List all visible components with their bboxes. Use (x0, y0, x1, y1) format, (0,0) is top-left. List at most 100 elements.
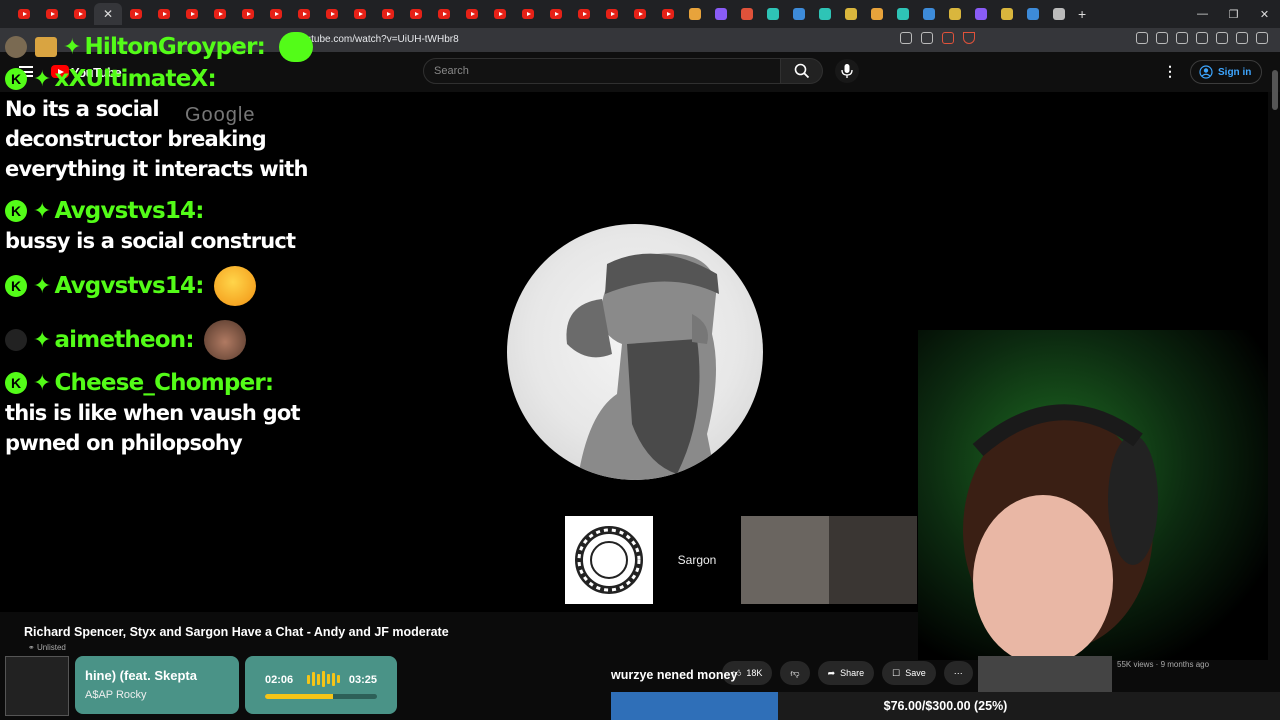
search-input[interactable] (434, 65, 734, 77)
chat-message: K ✦ Avgvstvs14: (0, 264, 330, 308)
pinned-tab-icon[interactable] (845, 8, 857, 20)
ellipsis-icon: ⋯ (953, 667, 963, 678)
browser-tab[interactable] (374, 3, 402, 25)
youtube-favicon-icon (522, 9, 534, 19)
vpn-icon[interactable] (1236, 32, 1248, 44)
pinned-tab-icon[interactable] (715, 8, 727, 20)
pinned-tab-icon[interactable] (793, 8, 805, 20)
pinned-tab-icon[interactable] (689, 8, 701, 20)
kick-badge-icon: K (5, 68, 27, 90)
browser-tab-active[interactable]: ✕ (94, 3, 122, 25)
browser-tab[interactable] (178, 3, 206, 25)
kick-badge-icon: K (5, 200, 27, 222)
extension-icon[interactable] (1136, 32, 1148, 44)
browser-tab[interactable] (542, 3, 570, 25)
song-artist: A$AP Rocky (85, 689, 147, 701)
chat-overlay: ✦ HiltonGroyper: K ✦ xXUltimateX: No its… (0, 30, 330, 458)
pinned-tab-icon[interactable] (1053, 8, 1065, 20)
page-scrollbar[interactable] (1272, 70, 1278, 110)
related-video-thumbnail[interactable] (978, 656, 1112, 692)
browser-tab[interactable] (234, 3, 262, 25)
participant-camera (829, 516, 917, 604)
screenshot-icon[interactable] (1156, 32, 1168, 44)
restore-button[interactable]: ❐ (1218, 0, 1249, 28)
chat-username: xXUltimateX: (54, 66, 216, 92)
video-title: Richard Spencer, Styx and Sargon Have a … (24, 625, 449, 639)
pinned-tab-icon[interactable] (1001, 8, 1013, 20)
browser-tab[interactable] (150, 3, 178, 25)
brave-rewards-icon[interactable] (963, 32, 975, 44)
pinned-tab-icon[interactable] (949, 8, 961, 20)
search-box[interactable] (423, 58, 781, 84)
total-time: 03:25 (348, 674, 377, 686)
browser-tab[interactable] (486, 3, 514, 25)
sign-in-button[interactable]: Sign in (1190, 60, 1263, 84)
youtube-favicon-icon (46, 9, 58, 19)
media-icon[interactable] (1176, 32, 1188, 44)
pinned-tab-icon[interactable] (767, 8, 779, 20)
song-timeline: 02:06 03:25 (245, 656, 397, 714)
browser-tab[interactable] (654, 3, 682, 25)
pinned-tab-icon[interactable] (1027, 8, 1039, 20)
search-button[interactable] (781, 58, 823, 84)
donation-goal-text: $76.00/$300.00 (25%) (883, 699, 1008, 713)
save-button[interactable]: ☐ Save (882, 661, 936, 685)
browser-tab[interactable] (262, 3, 290, 25)
cast-icon[interactable] (900, 32, 912, 44)
unlisted-label: Unlisted (36, 643, 66, 652)
browser-tab[interactable] (626, 3, 654, 25)
sidebar-icon[interactable] (1196, 32, 1208, 44)
browser-tab[interactable] (570, 3, 598, 25)
chat-message: K ✦ xXUltimateX: No its a social deconst… (0, 64, 330, 184)
browser-tab[interactable] (10, 3, 38, 25)
youtube-favicon-icon (326, 9, 338, 19)
new-tab-button[interactable]: + (1078, 6, 1086, 22)
screen: ✕ + — ❐ ✕ youtube.com/watch?v=UiUH-tWHbr8… (0, 0, 1280, 720)
chat-text: No its a social deconstructor breaking e… (5, 97, 309, 181)
wallet-icon[interactable] (1216, 32, 1228, 44)
pinned-tab-icon[interactable] (741, 8, 753, 20)
browser-tab[interactable] (430, 3, 458, 25)
pinned-tab-icon[interactable] (897, 8, 909, 20)
share-page-icon[interactable] (921, 32, 933, 44)
browser-tab[interactable] (458, 3, 486, 25)
browser-tab[interactable] (66, 3, 94, 25)
search-icon (794, 63, 809, 79)
youtube-favicon-icon (466, 9, 478, 19)
pinned-tab-icon[interactable] (871, 8, 883, 20)
toolbar-extensions (1136, 32, 1268, 44)
save-label: Save (905, 668, 926, 678)
equalizer-icon (307, 671, 340, 687)
pinned-tab-icon[interactable] (975, 8, 987, 20)
browser-tab[interactable] (122, 3, 150, 25)
address-bar-actions (900, 32, 975, 44)
browser-tab[interactable] (206, 3, 234, 25)
close-tab-icon[interactable]: ✕ (103, 7, 113, 21)
menu-icon[interactable] (1256, 32, 1268, 44)
ticker-text: wurzye nened money (611, 668, 738, 682)
pinned-tab-icon[interactable] (819, 8, 831, 20)
chat-message: ✦ aimetheon: (0, 318, 330, 362)
browser-tab[interactable] (402, 3, 430, 25)
pinned-tab-icon[interactable] (923, 8, 935, 20)
album-art (5, 656, 69, 716)
dislike-button[interactable]: 👎︎ (780, 661, 810, 685)
browser-tab[interactable] (318, 3, 346, 25)
streamer-webcam (918, 330, 1268, 660)
browser-tab[interactable] (38, 3, 66, 25)
share-button[interactable]: ➦ Share (817, 661, 875, 685)
close-window-button[interactable]: ✕ (1249, 0, 1280, 28)
voice-search-button[interactable] (835, 59, 859, 83)
browser-tab[interactable] (514, 3, 542, 25)
youtube-favicon-icon (242, 9, 254, 19)
more-options-icon[interactable]: ⋮ (1163, 62, 1177, 80)
browser-tab[interactable] (290, 3, 318, 25)
browser-tab[interactable] (598, 3, 626, 25)
brave-shield-icon[interactable] (942, 32, 954, 44)
youtube-favicon-icon (158, 9, 170, 19)
more-actions-button[interactable]: ⋯ (943, 661, 973, 685)
share-icon: ➦ (827, 667, 836, 678)
minimize-button[interactable]: — (1187, 0, 1218, 28)
chat-message: K ✦ Cheese_Chomper: this is like when va… (0, 368, 330, 458)
browser-tab[interactable] (346, 3, 374, 25)
